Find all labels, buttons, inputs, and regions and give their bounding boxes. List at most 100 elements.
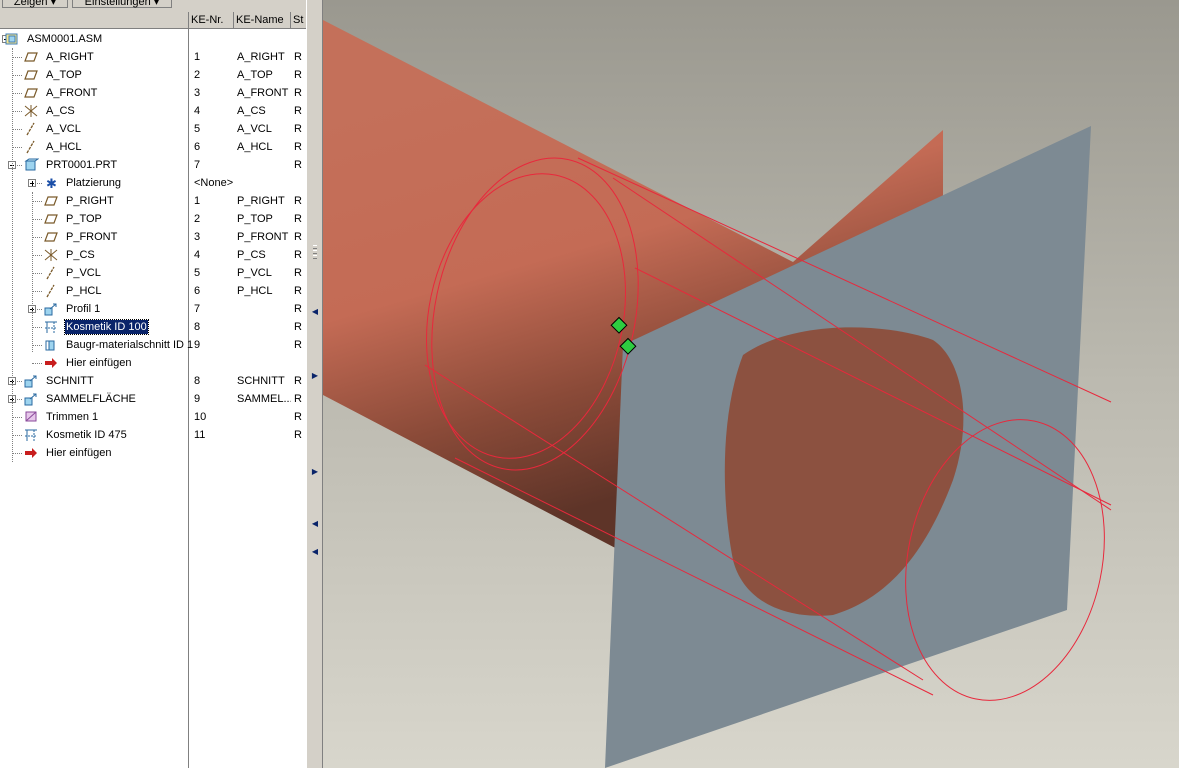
tree-connector-line xyxy=(32,201,42,202)
status-cell: R xyxy=(294,213,302,225)
tree-connector-line xyxy=(12,147,22,148)
tree-item-label[interactable]: SAMMELFLÄCHE xyxy=(45,392,137,406)
tree-row[interactable]: Trimmen 1 10 R xyxy=(0,408,306,426)
tree-item-label[interactable]: Kosmetik ID 100 xyxy=(64,319,149,335)
column-header-ke-name[interactable]: KE-Name xyxy=(234,12,291,28)
tree-item-label[interactable]: P_VCL xyxy=(65,266,102,280)
tree-item-label[interactable]: Kosmetik ID 475 xyxy=(45,428,128,442)
collapse-left-arrow-icon[interactable]: ◀ xyxy=(311,308,319,316)
insert-here-icon xyxy=(43,356,59,370)
tree-row[interactable]: Profil 1 7 R xyxy=(0,300,306,318)
collapse-left-arrow-icon[interactable]: ◀ xyxy=(311,548,319,556)
tree-row[interactable]: A_TOP 2 A_TOP R xyxy=(0,66,306,84)
tree-item-label[interactable]: ASM0001.ASM xyxy=(26,32,103,46)
tree-connector-line xyxy=(12,453,22,454)
splitter-grip xyxy=(313,255,317,259)
tree-row[interactable]: A_FRONT 3 A_FRONT R xyxy=(0,84,306,102)
collapse-left-arrow-icon[interactable]: ◀ xyxy=(311,520,319,528)
expand-node-icon[interactable] xyxy=(28,179,36,187)
tree-item-label[interactable]: P_TOP xyxy=(65,212,103,226)
tree-item-label[interactable]: A_TOP xyxy=(45,68,83,82)
ke-nr-cell: 6 xyxy=(194,141,201,153)
status-cell: R xyxy=(294,429,302,441)
column-header-ke-nr[interactable]: KE-Nr. xyxy=(189,12,234,28)
ke-nr-cell: <None> xyxy=(194,177,234,189)
settings-menu-button[interactable]: Einstellungen ▾ xyxy=(72,0,172,8)
tree-item-label[interactable]: Hier einfügen xyxy=(45,446,112,460)
ke-nr-cell: 7 xyxy=(194,303,201,315)
status-cell: R xyxy=(294,159,302,171)
tree-item-label[interactable]: P_CS xyxy=(65,248,96,262)
tree-item-label[interactable]: A_VCL xyxy=(45,122,82,136)
tree-row[interactable]: A_HCL 6 A_HCL R xyxy=(0,138,306,156)
tree-connector-line xyxy=(32,291,42,292)
ke-nr-cell: 1 xyxy=(194,51,201,63)
tree-item-label[interactable]: Trimmen 1 xyxy=(45,410,99,424)
ke-name-cell: A_CS xyxy=(237,105,266,117)
tree-connector-line xyxy=(32,345,42,346)
tree-item-label[interactable]: A_HCL xyxy=(45,140,82,154)
status-cell: R xyxy=(294,69,302,81)
tree-row[interactable]: Baugr-materialschnitt ID 19 R xyxy=(0,336,306,354)
tree-row[interactable]: P_CS 4 P_CS R xyxy=(0,246,306,264)
cosmetic-icon xyxy=(23,428,39,442)
cut-icon xyxy=(43,338,59,352)
tree-row[interactable]: SCHNITT 8 SCHNITT R xyxy=(0,372,306,390)
column-header-row: KE-Nr. KE-Name St xyxy=(0,12,306,29)
datum-plane-icon xyxy=(43,212,59,226)
datum-plane-icon xyxy=(43,230,59,244)
tree-row[interactable]: Kosmetik ID 100 8 R xyxy=(0,318,306,336)
tree-item-label[interactable]: P_FRONT xyxy=(65,230,118,244)
status-cell: R xyxy=(294,375,302,387)
tree-connector-line xyxy=(12,417,22,418)
tree-item-label[interactable]: P_HCL xyxy=(65,284,102,298)
tree-row[interactable]: P_FRONT 3 P_FRONT R xyxy=(0,228,306,246)
status-cell: R xyxy=(294,87,302,99)
status-cell: R xyxy=(294,393,302,405)
status-cell: R xyxy=(294,105,302,117)
tree-item-label[interactable]: Platzierung xyxy=(65,176,122,190)
tree-item-label[interactable]: Baugr-materialschnitt ID 1 xyxy=(65,338,194,352)
tree-row[interactable]: Kosmetik ID 475 11 R xyxy=(0,426,306,444)
ke-nr-cell: 2 xyxy=(194,69,201,81)
coordinate-system-icon xyxy=(23,104,39,118)
column-header-tree[interactable] xyxy=(0,12,189,28)
tree-item-label[interactable]: A_FRONT xyxy=(45,86,98,100)
tree-item-label[interactable]: SCHNITT xyxy=(45,374,95,388)
tree-row[interactable]: A_RIGHT 1 A_RIGHT R xyxy=(0,48,306,66)
status-cell: R xyxy=(294,231,302,243)
expand-right-arrow-icon[interactable]: ▶ xyxy=(311,468,319,476)
tree-item-label[interactable]: A_RIGHT xyxy=(45,50,95,64)
tree-connector-line xyxy=(12,93,22,94)
3d-model-canvas[interactable] xyxy=(323,0,1179,768)
tree-row[interactable]: A_VCL 5 A_VCL R xyxy=(0,120,306,138)
show-menu-button[interactable]: Zeigen ▾ xyxy=(2,0,68,8)
tree-row[interactable]: ASM0001.ASM xyxy=(0,30,306,48)
tree-item-label[interactable]: Hier einfügen xyxy=(65,356,132,370)
tree-item-label[interactable]: A_CS xyxy=(45,104,76,118)
expand-right-arrow-icon[interactable]: ▶ xyxy=(311,372,319,380)
3d-graphics-viewport[interactable] xyxy=(323,0,1179,768)
tree-row[interactable]: PRT0001.PRT 7 R xyxy=(0,156,306,174)
tree-connector-line xyxy=(32,237,42,238)
tree-connector-line xyxy=(32,255,42,256)
tree-row[interactable]: P_VCL 5 P_VCL R xyxy=(0,264,306,282)
tree-connector-line xyxy=(12,75,22,76)
tree-item-label[interactable]: PRT0001.PRT xyxy=(45,158,118,172)
tree-item-label[interactable]: Profil 1 xyxy=(65,302,101,316)
tree-row[interactable]: P_TOP 2 P_TOP R xyxy=(0,210,306,228)
ke-name-cell: A_VCL xyxy=(237,123,272,135)
panel-splitter[interactable]: ◀ ▶ ▶ ◀ ◀ xyxy=(306,0,323,768)
tree-row[interactable]: P_RIGHT 1 P_RIGHT R xyxy=(0,192,306,210)
tree-row[interactable]: Hier einfügen xyxy=(0,354,306,372)
tree-row[interactable]: Hier einfügen xyxy=(0,444,306,462)
tree-row[interactable]: ✱ Platzierung <None> xyxy=(0,174,306,192)
ke-name-cell: A_TOP xyxy=(237,69,273,81)
tree-item-label[interactable]: P_RIGHT xyxy=(65,194,115,208)
ke-name-cell: A_FRONT xyxy=(237,87,289,99)
ke-nr-cell: 3 xyxy=(194,231,201,243)
tree-row[interactable]: P_HCL 6 P_HCL R xyxy=(0,282,306,300)
tree-row[interactable]: A_CS 4 A_CS R xyxy=(0,102,306,120)
column-header-status[interactable]: St xyxy=(291,12,306,28)
tree-row[interactable]: SAMMELFLÄCHE 9 SAMMEL... R xyxy=(0,390,306,408)
